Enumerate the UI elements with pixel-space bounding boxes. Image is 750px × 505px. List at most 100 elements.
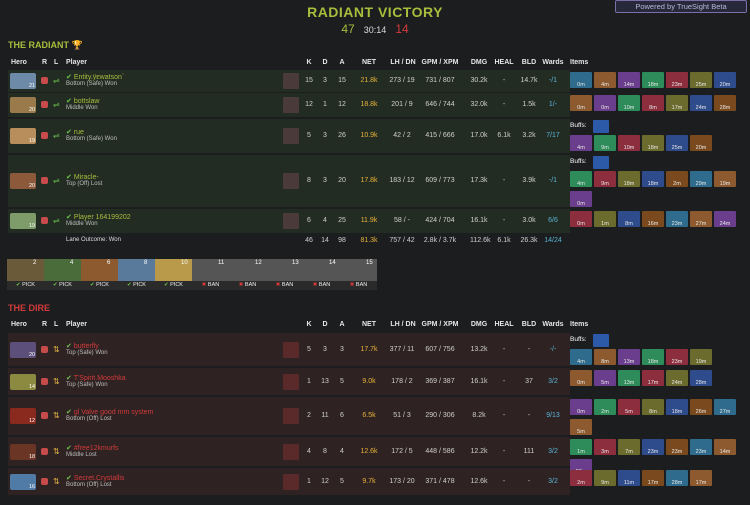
- player-avatar[interactable]: [283, 173, 299, 189]
- player-name-link[interactable]: ✔ rue: [66, 128, 84, 136]
- stat-dmg: 12.6k: [470, 477, 488, 485]
- verified-check-icon: ✔: [66, 474, 74, 482]
- dire-header-a[interactable]: A: [336, 321, 348, 328]
- hero-level: 20: [29, 183, 36, 189]
- radiant-header-wards[interactable]: Wards: [541, 59, 565, 66]
- stat-wards: 3/2: [548, 447, 558, 455]
- player-avatar[interactable]: [283, 128, 299, 144]
- radiant-header-bld[interactable]: BLD: [521, 59, 537, 66]
- item-purchase-time: 5m: [625, 409, 633, 415]
- total-k: 46: [305, 237, 313, 244]
- radiant-header-a[interactable]: A: [336, 59, 348, 66]
- player-name-link[interactable]: ✔ Miracle-: [66, 173, 99, 181]
- radiant-header-net[interactable]: NET: [360, 59, 378, 66]
- draft-order-number: 8: [144, 260, 148, 266]
- dire-header-dmg[interactable]: DMG: [470, 321, 488, 328]
- item-purchase-time: 3m: [601, 449, 609, 455]
- item-purchase-time: 23m: [647, 449, 659, 455]
- stat-k: 1: [307, 377, 311, 385]
- draft-action-label: ✔ PICK: [81, 281, 118, 290]
- stat-lh-dn: 172 / 5: [391, 447, 413, 455]
- radiant-header-gpm-xpm[interactable]: GPM / XPM: [420, 59, 460, 66]
- match-duration: 30:14: [363, 25, 387, 35]
- radiant-header-r[interactable]: R: [42, 59, 47, 66]
- item-purchase-time: 8m: [625, 221, 633, 227]
- item-purchase-time: 1m: [577, 449, 585, 455]
- radiant-header-d[interactable]: D: [320, 59, 330, 66]
- total-gpm-xpm: 2.8k / 3.7k: [423, 237, 457, 244]
- pick-hero-card[interactable]: [7, 259, 44, 281]
- player-name-link[interactable]: ✔ #free12kmurfs: [66, 444, 119, 452]
- stat-bld: 111: [523, 447, 535, 455]
- player-avatar[interactable]: [283, 213, 299, 229]
- player-avatar[interactable]: [283, 373, 299, 390]
- dire-header-k[interactable]: K: [304, 321, 314, 328]
- pick-hero-card[interactable]: [118, 259, 155, 281]
- stat-k: 5: [307, 345, 311, 353]
- radiant-header-dmg[interactable]: DMG: [470, 59, 488, 66]
- powered-by-link[interactable]: Powered by TrueSight Beta: [615, 0, 747, 13]
- buff-icon[interactable]: [593, 156, 609, 169]
- stat-bld: -: [527, 412, 531, 419]
- stat-bld: 37: [525, 377, 533, 385]
- buff-icon[interactable]: [593, 334, 609, 347]
- verified-check-icon: ✔: [66, 174, 74, 181]
- item-purchase-time: 2m: [577, 480, 585, 486]
- radiant-header-k[interactable]: K: [304, 59, 314, 66]
- player-avatar[interactable]: [283, 473, 299, 490]
- dire-header-wards[interactable]: Wards: [541, 321, 565, 328]
- stat-k: 5: [307, 132, 311, 139]
- stat-d: 3: [323, 345, 327, 353]
- player-avatar[interactable]: [283, 97, 299, 113]
- item-purchase-time: 4m: [577, 181, 585, 187]
- stat-lh-dn: 58 / -: [394, 217, 410, 224]
- dire-header-gpm-xpm[interactable]: GPM / XPM: [420, 321, 460, 328]
- player-name-link[interactable]: ✔ gl Valve good mm system: [66, 408, 153, 416]
- stat-wards: -/-: [549, 345, 557, 353]
- item-purchase-time: 29m: [695, 181, 707, 187]
- dire-header-r[interactable]: R: [42, 321, 47, 328]
- player-name-link[interactable]: ✔ Entity.ÿᴇwatson`: [66, 73, 124, 81]
- dire-header-d[interactable]: D: [320, 321, 330, 328]
- player-name-link[interactable]: ✔ bottslaw: [66, 97, 100, 105]
- item-purchase-time: 0m: [577, 380, 585, 386]
- dire-header-l[interactable]: L: [54, 321, 58, 328]
- total-d: 14: [321, 237, 329, 244]
- dire-header-bld[interactable]: BLD: [521, 321, 537, 328]
- radiant-header-l[interactable]: L: [54, 59, 58, 66]
- radiant-header-heal[interactable]: HEAL: [494, 59, 514, 66]
- buff-icon[interactable]: [593, 120, 609, 133]
- lane-result: Bottom (Off) Lost: [66, 416, 112, 422]
- stat-wards: 3/2: [548, 477, 558, 485]
- stat-net: 10.9k: [360, 132, 378, 139]
- dire-team-title: THE DIRE: [8, 303, 51, 313]
- player-name-link[interactable]: ✔ T'Spirit.Mooshka: [66, 374, 126, 382]
- item-purchase-time: 4m: [577, 145, 585, 151]
- dire-header-net[interactable]: NET: [360, 321, 378, 328]
- stat-net: 12.6k: [360, 447, 378, 455]
- stat-k: 12: [305, 101, 313, 108]
- player-name-link[interactable]: ✔ Player 164199202: [66, 213, 131, 221]
- dire-header-heal[interactable]: HEAL: [494, 321, 514, 328]
- dire-header-lh-dn[interactable]: LH / DN: [386, 321, 420, 328]
- player-name-link[interactable]: ✔ butterfly: [66, 342, 99, 350]
- item-purchase-time: 18m: [647, 82, 659, 88]
- player-avatar[interactable]: [283, 408, 299, 424]
- stat-a: 5: [340, 377, 344, 385]
- player-avatar[interactable]: [283, 73, 299, 89]
- player-avatar[interactable]: [283, 443, 299, 460]
- radiant-header-items[interactable]: Items: [570, 59, 588, 66]
- dire-header-items[interactable]: Items: [570, 321, 588, 328]
- stat-net: 6.5k: [362, 412, 376, 419]
- pick-hero-card[interactable]: [81, 259, 118, 281]
- pick-hero-card[interactable]: [44, 259, 81, 281]
- item-purchase-time: 9m: [601, 145, 609, 151]
- player-avatar[interactable]: [283, 341, 299, 358]
- item-purchase-time: 9m: [601, 480, 609, 486]
- item-purchase-time: 17m: [647, 480, 659, 486]
- radiant-header-lh-dn[interactable]: LH / DN: [386, 59, 420, 66]
- stat-bld: 3.9k: [522, 177, 536, 184]
- stat-dmg: 12.2k: [470, 447, 488, 455]
- stat-a: 25: [338, 217, 346, 224]
- player-name-link[interactable]: ✔ Secret.Crystallis: [66, 474, 124, 482]
